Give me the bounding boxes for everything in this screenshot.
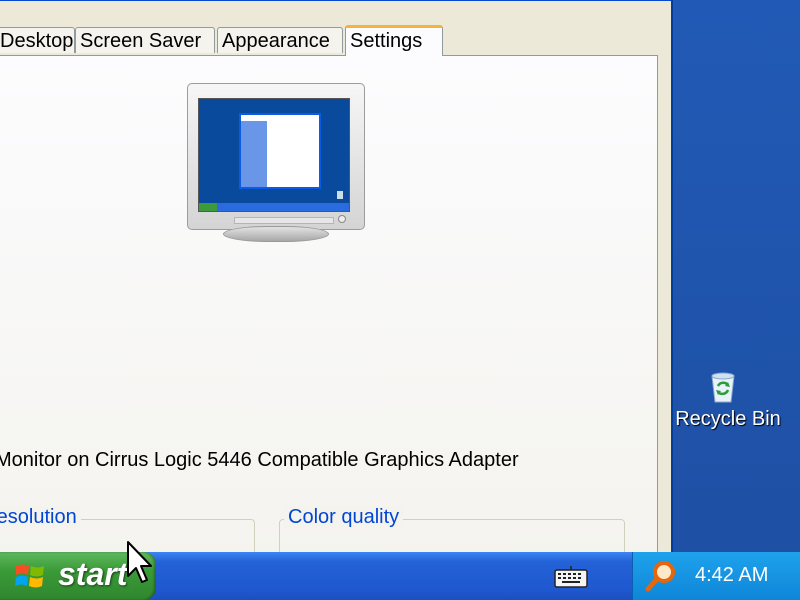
tab-screen-saver[interactable]: Screen Saver [75,27,215,53]
mini-taskbar [199,203,349,211]
monitor-power-led [338,215,346,223]
window-titlebar[interactable] [0,0,671,1]
recycle-bin-label: Recycle Bin [675,408,781,430]
mini-start-button [199,203,217,211]
system-tray: 4:42 AM [632,552,800,600]
start-label: start [58,556,128,592]
taskbar: start 4:42 AM [0,552,800,600]
color-quality-label: Color quality [284,506,404,529]
clock[interactable]: 4:42 AM [695,564,768,587]
tab-settings[interactable]: Settings [345,25,443,56]
monitor-preview [187,83,365,243]
windows-logo-icon [15,564,44,588]
mini-recycle-bin-icon [337,191,343,199]
recycle-bin-icon [711,372,735,403]
desktop: Desktop Screen Saver Appearance Settings [0,0,800,600]
display-properties-window: Desktop Screen Saver Appearance Settings [0,0,672,587]
display-device-label: Monitor on Cirrus Logic 5446 Compatible … [0,449,519,471]
keyboard-icon[interactable] [554,566,588,588]
tab-appearance[interactable]: Appearance [217,27,343,53]
magnifier-icon[interactable] [645,560,677,592]
monitor-screen [198,98,350,212]
mini-window [239,113,321,189]
screen-resolution-label: resolution [0,506,81,529]
mouse-cursor-icon [127,541,152,583]
tab-desktop[interactable]: Desktop [0,27,75,53]
monitor-control-strip [234,217,334,224]
monitor-bezel [187,83,365,230]
mini-window-sidebar [241,121,267,187]
monitor-stand [223,226,329,242]
desktop-icon-recycle-bin[interactable]: Recycle Bin [668,370,800,440]
